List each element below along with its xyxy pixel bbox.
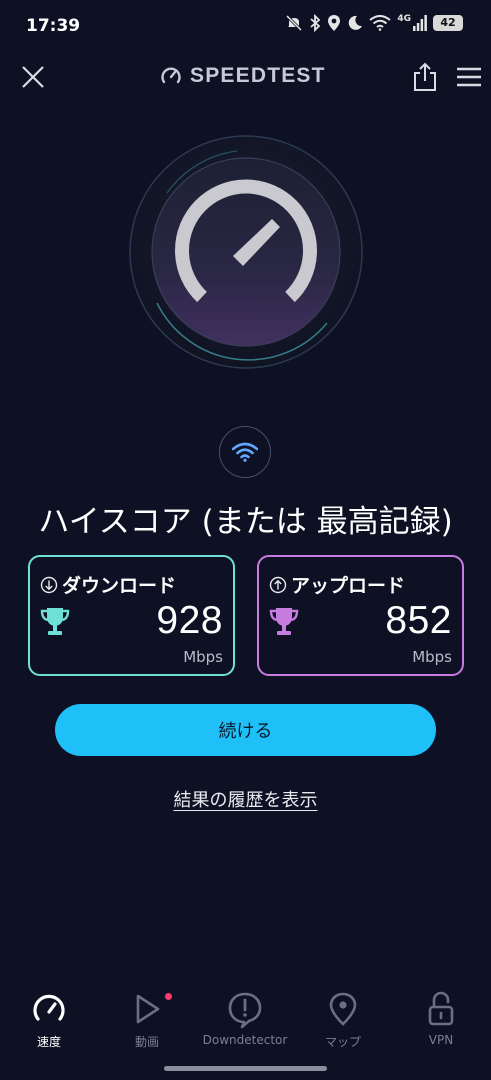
app-header: SPEEDTEST [0,52,491,102]
bottom-nav: 速度 動画 Downdetector マップ VPN [0,985,491,1055]
menu-icon[interactable] [456,66,482,88]
trophy-icon [269,608,299,635]
status-icons: 4G 42 [285,14,463,32]
download-label: ダウンロード [62,575,177,597]
download-speed-unit: Mbps [183,648,223,666]
wifi-status-icon [369,15,391,31]
upload-speed-value: 852 [385,599,452,642]
nav-item-vpn[interactable]: VPN [392,985,490,1055]
speed-gauge-graphic [129,135,363,369]
map-pin-icon [329,992,357,1026]
wifi-icon [232,442,258,462]
download-result-card: ダウンロード 928 Mbps [28,555,235,676]
bluetooth-icon [310,14,321,32]
connection-type-badge [219,426,271,478]
close-icon[interactable] [20,64,46,90]
unlock-icon [428,991,454,1026]
upload-arrow-icon [269,576,287,593]
nav-label-speed: 速度 [36,1035,61,1049]
upload-result-card: アップロード 852 Mbps [257,555,464,676]
nav-label-downdetector: Downdetector [202,1033,288,1047]
view-history-link[interactable]: 結果の履歴を表示 [0,786,491,812]
signal-icon [413,15,427,31]
speed-gauge [127,133,365,371]
continue-button[interactable]: 続ける [55,704,436,756]
nav-label-map: マップ [324,1035,361,1049]
brand-name: SPEEDTEST [190,64,326,87]
nav-item-downdetector[interactable]: Downdetector [196,985,294,1055]
speed-gauge-icon [33,994,65,1021]
upload-label: アップロード [291,575,406,597]
nav-item-video[interactable]: 動画 [98,985,196,1055]
upload-title: アップロード [269,571,405,598]
home-indicator[interactable] [164,1066,327,1071]
location-icon [328,15,341,31]
status-bar: 17:39 4G 42 [0,0,491,52]
play-icon [136,994,160,1024]
network-type: 4G [397,14,411,24]
trophy-icon [40,608,70,635]
mute-icon [286,14,303,32]
alert-icon [228,992,262,1029]
result-headline: ハイスコア (または 最高記録) [38,504,453,540]
download-title: ダウンロード [40,571,176,598]
nav-label-video: 動画 [134,1035,159,1049]
nav-label-vpn: VPN [428,1033,454,1047]
download-speed-value: 928 [156,599,223,642]
download-arrow-icon [40,576,58,593]
new-content-dot [165,993,172,1000]
nav-item-speed[interactable]: 速度 [0,985,98,1055]
brand-logo: SPEEDTEST [160,64,326,88]
upload-speed-unit: Mbps [412,648,452,666]
battery-indicator: 42 [433,15,463,31]
moon-icon [349,15,363,30]
speedtest-logo-icon [161,67,181,84]
nav-item-map[interactable]: マップ [294,985,392,1055]
status-time: 17:39 [26,16,81,36]
share-icon[interactable] [412,62,438,92]
